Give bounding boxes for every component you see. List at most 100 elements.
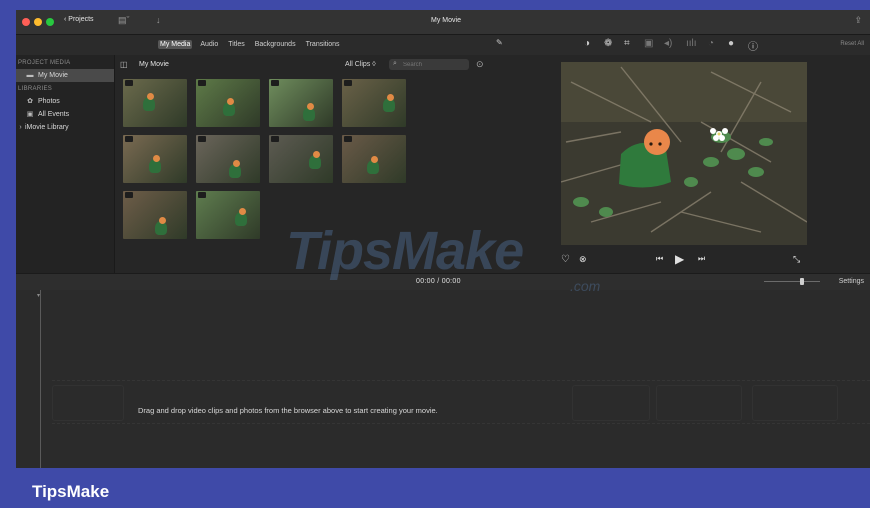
sidebar-item-label: iMovie Library (25, 124, 69, 131)
sidebar-item-label: Photos (38, 98, 60, 105)
libraries-header: LIBRARIES (18, 86, 53, 92)
camera-icon (125, 136, 133, 142)
figure-head-shape (153, 155, 160, 162)
figure-head-shape (371, 156, 378, 163)
minimize-window-button[interactable] (34, 18, 42, 26)
media-thumbnail[interactable] (123, 79, 187, 127)
sidebar-item-all-events[interactable]: ▣ All Events (16, 108, 114, 121)
figure-head-shape (387, 94, 394, 101)
camera-icon (271, 80, 279, 86)
imovie-window: ‹ Projects ▤ˇ ↓ My Movie ⇪ My Media Audi… (16, 10, 870, 468)
share-icon[interactable]: ⇪ (854, 15, 862, 26)
media-tabs: My Media Audio Titles Backgrounds Transi… (158, 40, 342, 49)
media-thumbnail[interactable] (196, 191, 260, 239)
fullscreen-icon[interactable]: ⤡ (793, 254, 800, 265)
playhead[interactable] (40, 290, 41, 468)
figure-head-shape (233, 160, 240, 167)
figure-head-shape (227, 98, 234, 105)
media-thumbnail[interactable] (196, 79, 260, 127)
drop-instructions: Drag and drop video clips and photos fro… (138, 406, 438, 415)
info-icon[interactable]: ⓘ (748, 38, 758, 53)
browser-title: My Movie (139, 61, 169, 68)
media-import-icon[interactable]: ▤ˇ (118, 15, 130, 26)
media-thumbnail[interactable] (123, 191, 187, 239)
media-thumbnail[interactable] (269, 135, 333, 183)
media-thumbnail[interactable] (123, 135, 187, 183)
media-thumbnail[interactable] (269, 79, 333, 127)
tab-backgrounds[interactable]: Backgrounds (253, 40, 298, 49)
sidebar-item-my-movie[interactable]: ▬ My Movie (16, 69, 114, 82)
camera-icon (344, 80, 352, 86)
timeline[interactable]: ▾ Drag and drop video clips and photos f… (16, 290, 870, 468)
projects-back-button[interactable]: ‹ Projects (64, 16, 94, 23)
tab-transitions[interactable]: Transitions (304, 40, 342, 49)
top-toolbar: My Media Audio Titles Backgrounds Transi… (16, 35, 870, 55)
search-icon: ⌕ (393, 60, 397, 67)
reject-icon[interactable]: ⊗ (579, 254, 587, 265)
tab-my-media[interactable]: My Media (158, 40, 193, 49)
camera-icon (125, 80, 133, 86)
zoom-slider[interactable] (764, 278, 820, 285)
camera-icon (271, 136, 279, 142)
camera-icon (198, 80, 206, 86)
camera-icon (344, 136, 352, 142)
library-sidebar: PROJECT MEDIA ▬ My Movie LIBRARIES ✿ Pho… (16, 55, 115, 273)
empty-clip-track (52, 380, 870, 424)
timeline-settings-button[interactable]: Settings (839, 278, 864, 285)
color-correction-icon[interactable]: ❁ (604, 38, 612, 49)
chevron-right-icon[interactable]: › (18, 121, 23, 134)
track-placeholder (52, 385, 124, 421)
tab-audio[interactable]: Audio (198, 40, 220, 49)
skip-back-icon[interactable]: ⏮ (656, 254, 663, 264)
project-media-header: PROJECT MEDIA (18, 60, 71, 66)
footer-brand: TipsMake (32, 482, 110, 501)
sidebar-item-label: My Movie (38, 72, 68, 79)
close-window-button[interactable] (22, 18, 30, 26)
watermark: TipsMake (286, 221, 524, 281)
crop-icon[interactable]: ⌗ (624, 38, 630, 49)
reset-all-button[interactable]: Reset All (840, 41, 864, 47)
tab-titles[interactable]: Titles (226, 40, 246, 49)
figure-head-shape (313, 151, 320, 158)
sidebar-item-photos[interactable]: ✿ Photos (16, 95, 114, 108)
camera-icon (125, 192, 133, 198)
volume-icon[interactable]: ◂) (664, 38, 672, 49)
sidebar-toggle-icon[interactable]: ◫ (120, 60, 128, 69)
media-thumbnail[interactable] (196, 135, 260, 183)
play-icon[interactable]: ▶ (675, 252, 684, 266)
favorite-icon[interactable]: ♡ (561, 254, 570, 265)
window-title: My Movie (431, 17, 461, 24)
watermark-suffix: .com (570, 278, 601, 294)
preview-photo (561, 62, 807, 245)
media-thumbnail[interactable] (342, 79, 406, 127)
photos-icon: ✿ (27, 98, 33, 105)
sidebar-item-imovie-library[interactable]: › iMovie Library (16, 121, 114, 134)
skip-forward-icon[interactable]: ⏭ (698, 254, 705, 264)
zoom-window-button[interactable] (46, 18, 54, 26)
figure-head-shape (159, 217, 166, 224)
speed-icon[interactable]: ◔ (708, 38, 714, 49)
preview-image (561, 62, 807, 245)
search-input[interactable] (403, 60, 465, 69)
camera-icon (198, 136, 206, 142)
noise-reduction-icon[interactable]: ıılı (686, 38, 697, 49)
viewer-pane: ♡ ⊗ ⏮ ▶ ⏭ ⤡ (495, 55, 870, 273)
search-field[interactable]: ⌕ (389, 59, 469, 70)
media-thumbnail[interactable] (342, 135, 406, 183)
download-icon[interactable]: ↓ (156, 15, 161, 25)
film-icon: ▬ (26, 72, 34, 79)
camera-icon (198, 192, 206, 198)
track-placeholder (572, 385, 650, 421)
figure-head-shape (307, 103, 314, 110)
title-bar: ‹ Projects ▤ˇ ↓ My Movie ⇪ (16, 10, 870, 35)
clip-filter-icon[interactable]: ● (728, 38, 734, 49)
magic-wand-icon[interactable]: ✎ (496, 38, 503, 47)
stabilization-icon[interactable]: ▣ (644, 38, 653, 49)
track-placeholder (752, 385, 838, 421)
color-balance-icon[interactable]: ◑ (584, 38, 590, 49)
browser-settings-icon[interactable]: ⊙ (476, 59, 484, 70)
figure-head-shape (239, 208, 246, 215)
clip-filter-dropdown[interactable]: All Clips ◊ (345, 61, 376, 68)
events-icon: ▣ (26, 111, 34, 118)
zoom-slider-knob[interactable] (800, 278, 804, 285)
